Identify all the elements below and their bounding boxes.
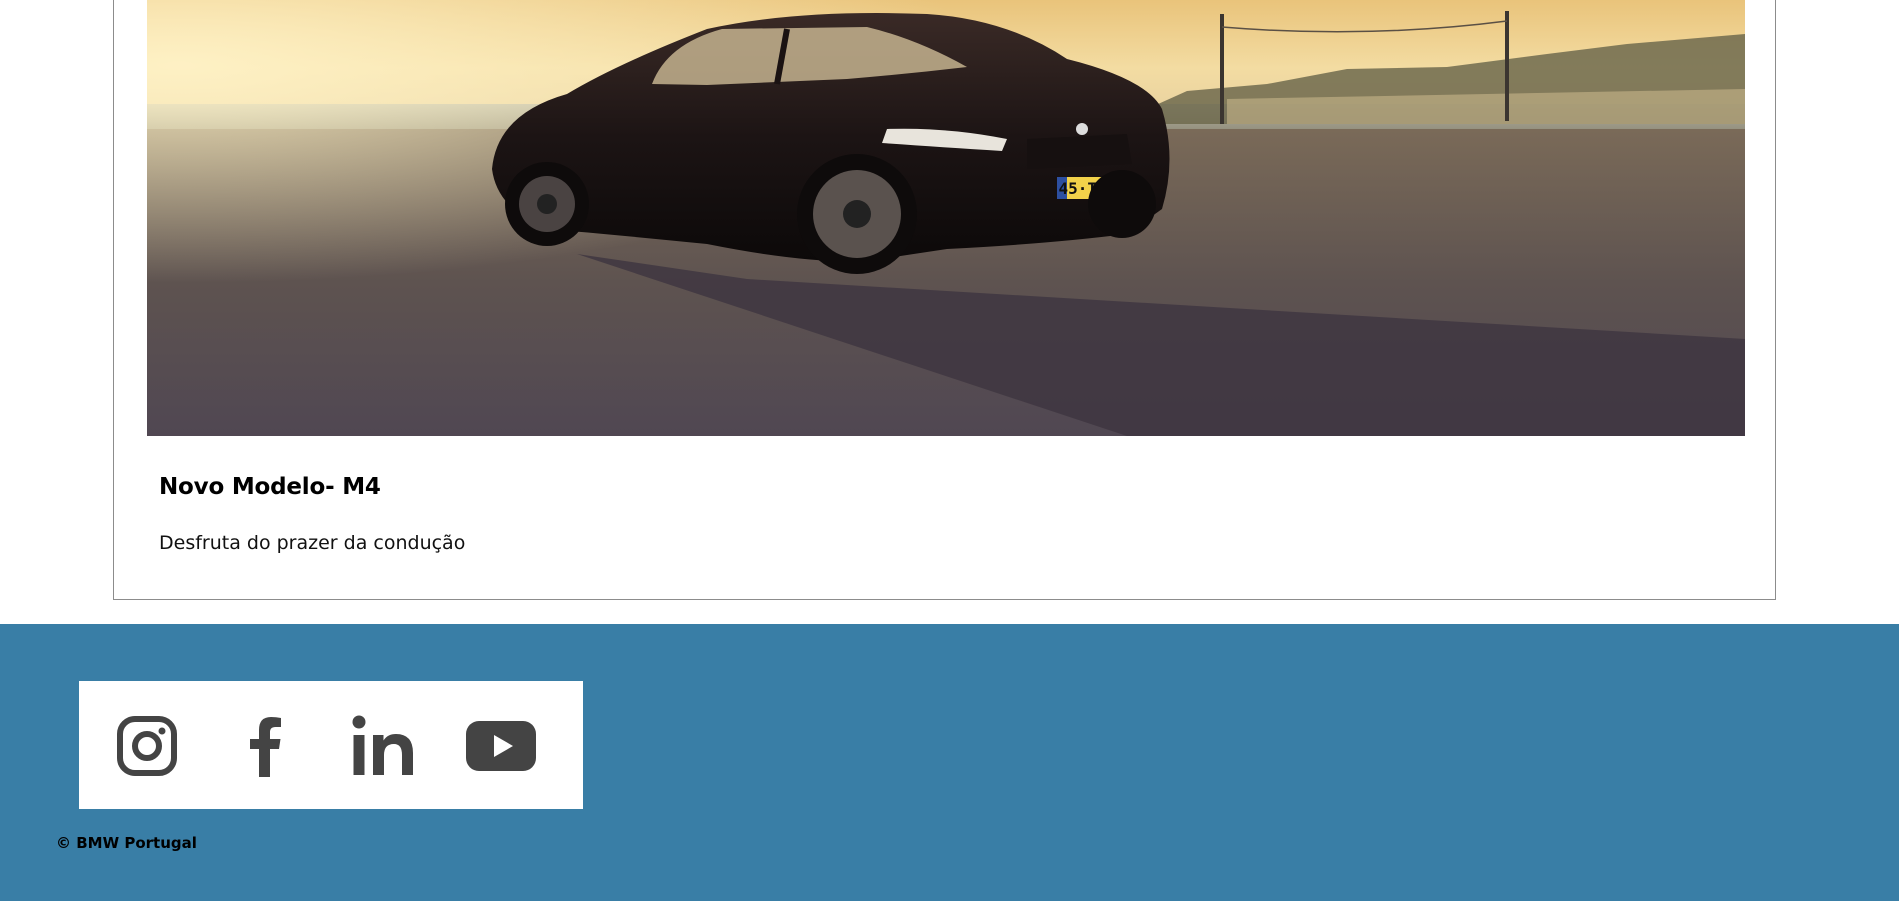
youtube-icon <box>466 721 536 771</box>
linkedin-icon <box>352 715 413 775</box>
youtube-link[interactable] <box>464 709 538 783</box>
facebook-link[interactable] <box>228 709 302 783</box>
instagram-icon <box>117 716 177 776</box>
social-links <box>79 681 583 809</box>
linkedin-link[interactable] <box>346 709 420 783</box>
site-footer: © BMW Portugal <box>0 624 1899 901</box>
card-title: Novo Modelo- M4 <box>159 474 381 500</box>
card-subtitle: Desfruta do prazer da condução <box>159 532 466 554</box>
car-hero-image: 45·TU·54 <box>147 0 1745 436</box>
copyright-text: © BMW Portugal <box>56 834 197 852</box>
product-card: 45·TU·54 Novo Modelo- M4 Desfruta do pra… <box>113 0 1776 600</box>
facebook-icon <box>250 717 281 777</box>
instagram-link[interactable] <box>110 709 184 783</box>
